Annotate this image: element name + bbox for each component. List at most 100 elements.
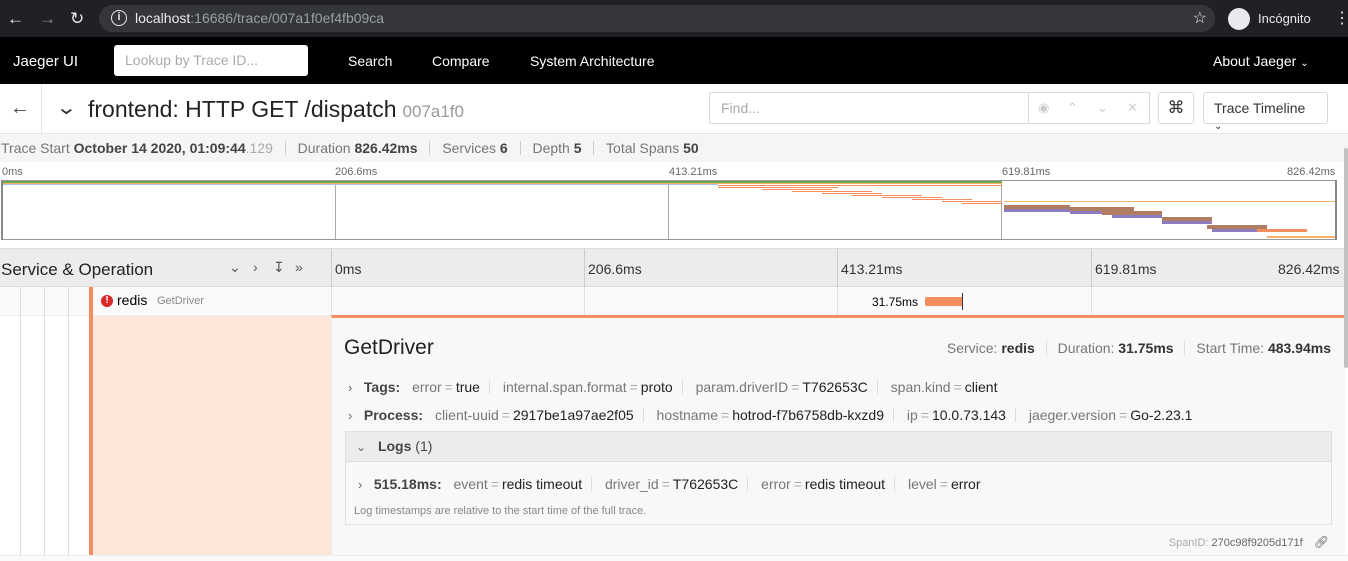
tags-row[interactable]: › Tags: error = true internal.span.format =… [348, 379, 997, 395]
address-bar[interactable]: i localhost:16686/trace/007a1f0ef4fb09ca… [99, 5, 1215, 32]
find-input[interactable]: Find... [709, 92, 1029, 124]
tag-value: proto [640, 379, 673, 395]
log-timestamp: 515.18ms: [373, 476, 442, 492]
tree-guide [44, 316, 45, 556]
url-path: :16686/trace/007a1f0ef4fb09ca [190, 10, 385, 26]
process-value: hotrod-f7b6758db-kxzd9 [732, 407, 884, 423]
bookmark-star-icon[interactable]: ☆ [1193, 8, 1207, 28]
divider [519, 141, 521, 155]
collapse-chevron-icon[interactable]: ⌄ [55, 95, 77, 120]
timeline-gridline [1091, 249, 1092, 288]
expand-one-icon[interactable]: › [253, 259, 258, 275]
nav-system-architecture[interactable]: System Architecture [530, 53, 655, 69]
clear-find-icon[interactable]: ✕ [1127, 100, 1138, 116]
tree-guide [20, 287, 21, 316]
locate-icon[interactable]: ◉ [1038, 100, 1049, 116]
start-time-value: 483.94ms [1267, 340, 1331, 356]
trace-id-short: 007a1f0 [402, 102, 464, 121]
page-scrollbar[interactable] [1344, 148, 1348, 368]
divider [593, 141, 595, 155]
depth-label: Depth [532, 140, 570, 156]
nav-search[interactable]: Search [348, 53, 392, 69]
chevron-down-icon: ⌄ [1214, 121, 1223, 132]
service-operation-header: Service & Operation [1, 260, 154, 279]
log-entry[interactable]: › 515.18ms: event = redis timeout driver_i… [358, 476, 981, 492]
depth-value: 5 [573, 140, 582, 156]
chevron-down-icon: ⌄ [356, 440, 367, 454]
services-label: Services [442, 140, 496, 156]
tags-label: Tags: [363, 379, 401, 395]
duration-label: Duration [297, 140, 351, 156]
span-detail-name: GetDriver [344, 336, 434, 359]
browser-menu-icon[interactable]: ⋮ [1334, 8, 1348, 28]
span-operation-name[interactable]: GetDriver [157, 295, 204, 307]
error-icon: ! [101, 295, 113, 307]
find-controls: ◉ ⌃ ⌄ ✕ [1029, 92, 1150, 124]
span-bar[interactable] [925, 297, 963, 306]
view-select-label: Trace Timeline [1214, 100, 1306, 116]
log-value: redis timeout [501, 476, 583, 492]
span-id-label: SpanID: [1168, 537, 1209, 549]
collapse-all-icon[interactable]: ↧ [273, 259, 285, 276]
tree-guide [68, 316, 69, 561]
service-label: Service: [946, 340, 998, 356]
minimap-selection[interactable] [1, 180, 1337, 240]
back-arrow-icon[interactable]: ← [7, 9, 24, 29]
timeline-tick: 826.42ms [1278, 261, 1340, 277]
process-key: jaeger.version [1028, 407, 1116, 423]
span-duration-label: 31.75ms [872, 295, 919, 309]
timeline-gridline [584, 249, 585, 288]
expand-all-icon[interactable]: » [295, 259, 303, 275]
next-span-row[interactable] [0, 555, 1348, 561]
span-row[interactable]: ! redis GetDriver 31.75ms [0, 287, 1348, 316]
keyboard-shortcuts-button[interactable]: ⌘ [1158, 92, 1194, 124]
timeline-gridline [584, 287, 585, 316]
log-value: redis timeout [804, 476, 886, 492]
column-resizer[interactable] [331, 249, 332, 288]
trace-minimap[interactable]: 0ms 206.6ms 413.21ms 619.81ms 826.42ms [0, 162, 1340, 248]
link-icon[interactable]: 🔗︎ [1314, 535, 1329, 549]
prev-match-icon[interactable]: ⌃ [1067, 100, 1078, 116]
nav-about-jaeger[interactable]: About Jaeger ⌄ [1213, 53, 1309, 69]
forward-arrow-icon[interactable]: → [39, 9, 56, 29]
nav-compare[interactable]: Compare [432, 53, 490, 69]
incognito-badge[interactable]: Incógnito [1228, 7, 1311, 30]
trace-start-value: October 14 2020, 01:09:44 [73, 140, 246, 156]
log-value: T762653C [672, 476, 739, 492]
logs-header[interactable]: ⌄ Logs (1) [346, 432, 1331, 462]
reload-icon[interactable]: ↻ [70, 9, 84, 29]
next-match-icon[interactable]: ⌄ [1097, 100, 1108, 116]
collapse-one-icon[interactable]: ⌄ [229, 259, 241, 276]
timeline-tick: 0ms [335, 261, 362, 277]
timeline-gridline [837, 287, 838, 316]
minimap-tick: 619.81ms [1002, 166, 1051, 178]
view-select-dropdown[interactable]: Trace Timeline ⌄ [1203, 92, 1328, 132]
trace-summary: Trace Start October 14 2020, 01:09:44.12… [0, 134, 1348, 162]
expand-chevron-icon[interactable]: › [348, 408, 360, 423]
span-id: SpanID: 270c98f9205d171f 🔗︎ [1169, 535, 1329, 549]
incognito-label: Incógnito [1258, 11, 1311, 26]
trace-page-header: ← ⌄ frontend: HTTP GET /dispatch 007a1f0 … [0, 84, 1348, 134]
timeline-gridline [1091, 287, 1092, 316]
span-service-name[interactable]: redis [117, 292, 147, 308]
tag-value: true [455, 379, 480, 395]
back-arrow-icon[interactable]: ← [10, 97, 30, 120]
site-info-icon[interactable]: i [111, 10, 127, 26]
span-detail-gutter [0, 316, 331, 561]
expand-chevron-icon[interactable]: › [358, 477, 370, 492]
minimap-tick: 413.21ms [669, 166, 718, 178]
tag-value: T762653C [802, 379, 868, 395]
tree-guide [20, 316, 21, 556]
total-spans-label: Total Spans [606, 140, 680, 156]
process-value: Go-2.23.1 [1130, 407, 1193, 423]
minimap-tick: 826.42ms [1287, 166, 1336, 178]
browser-chrome: ← → ↻ i localhost:16686/trace/007a1f0ef4… [0, 0, 1348, 37]
process-row[interactable]: › Process: client-uuid = 2917be1a97ae2f05 … [348, 407, 1192, 423]
brand-link[interactable]: Jaeger UI [13, 53, 78, 70]
trace-id-lookup-input[interactable]: Lookup by Trace ID... [114, 45, 308, 76]
expand-chevron-icon[interactable]: › [348, 380, 360, 395]
process-key: ip [906, 407, 918, 423]
span-detail-meta: Service: redis Duration: 31.75ms Start T… [947, 340, 1331, 356]
log-key: level [907, 476, 937, 492]
log-key: event [453, 476, 488, 492]
